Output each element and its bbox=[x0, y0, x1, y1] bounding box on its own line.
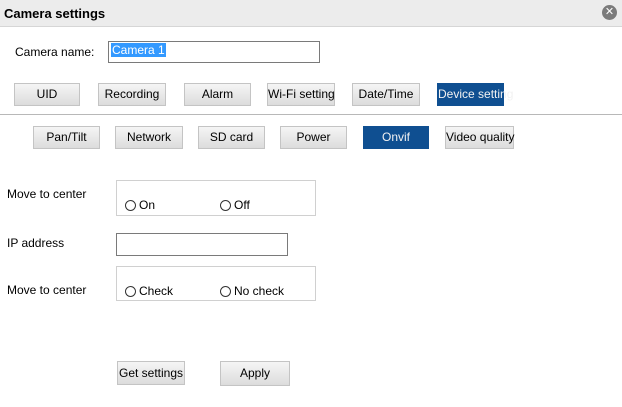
subtab-pan-tilt[interactable]: Pan/Tilt bbox=[33, 126, 100, 149]
tab-uid[interactable]: UID bbox=[14, 83, 80, 106]
camera-name-label: Camera name: bbox=[15, 45, 95, 59]
apply-button[interactable]: Apply bbox=[220, 361, 290, 386]
radio-on-label: On bbox=[139, 198, 156, 212]
radio-check-circle[interactable] bbox=[125, 285, 136, 297]
get-settings-button[interactable]: Get settings bbox=[117, 361, 185, 385]
tab-device-setting[interactable]: Device setting bbox=[437, 83, 513, 106]
subtab-power[interactable]: Power bbox=[280, 126, 347, 149]
close-icon[interactable]: ✕ bbox=[602, 5, 617, 20]
camera-name-input[interactable]: Camera 1 bbox=[108, 41, 320, 63]
radio-check[interactable]: Check bbox=[125, 284, 173, 298]
ip-address-label: IP address bbox=[7, 236, 65, 250]
ip-address-input[interactable] bbox=[116, 233, 288, 256]
radio-off-circle[interactable] bbox=[220, 199, 231, 211]
move-to-center-label: Move to center bbox=[7, 187, 87, 201]
subtab-network[interactable]: Network bbox=[115, 126, 183, 149]
window-title: Camera settings bbox=[4, 6, 106, 21]
tab-alarm[interactable]: Alarm bbox=[184, 83, 251, 106]
radio-no-check-circle[interactable] bbox=[220, 285, 231, 297]
radio-no-check-label: No check bbox=[234, 284, 285, 298]
tab-wifi-setting[interactable]: Wi-Fi setting bbox=[267, 83, 335, 106]
radio-off-label: Off bbox=[234, 198, 250, 212]
tab-date-time[interactable]: Date/Time bbox=[352, 83, 420, 106]
move-to-center-group: On Off bbox=[116, 180, 316, 216]
tab-divider bbox=[0, 114, 622, 115]
subtab-sd-card[interactable]: SD card bbox=[198, 126, 265, 149]
radio-no-check[interactable]: No check bbox=[220, 284, 284, 298]
camera-name-value: Camera 1 bbox=[111, 43, 166, 57]
subtab-video-quality[interactable]: Video quality bbox=[445, 126, 515, 149]
tab-recording[interactable]: Recording bbox=[98, 83, 166, 106]
move-to-center-check-label: Move to center bbox=[7, 283, 87, 297]
title-bar: Camera settings ✕ bbox=[0, 0, 622, 27]
radio-off[interactable]: Off bbox=[220, 198, 250, 212]
radio-on-circle[interactable] bbox=[125, 199, 136, 211]
radio-check-label: Check bbox=[139, 284, 174, 298]
move-to-center-check-group: Check No check bbox=[116, 266, 316, 301]
subtab-onvif[interactable]: Onvif bbox=[363, 126, 429, 149]
radio-on[interactable]: On bbox=[125, 198, 155, 212]
